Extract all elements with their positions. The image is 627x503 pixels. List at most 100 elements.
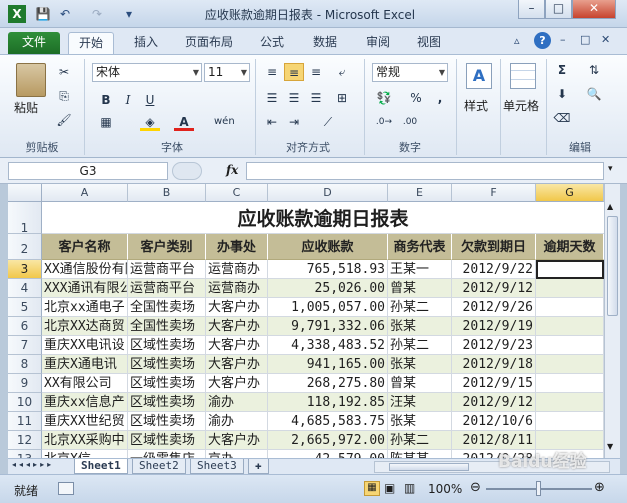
cell-overdue-days[interactable] bbox=[536, 317, 604, 336]
scroll-up-icon[interactable]: ▲ bbox=[607, 202, 613, 211]
cell-customer-type[interactable]: 区域性卖场 bbox=[128, 431, 206, 450]
cells-button-label[interactable]: 单元格 bbox=[503, 97, 539, 114]
header-overdue-days[interactable]: 逾期天数 bbox=[536, 234, 604, 260]
tab-formulas[interactable]: 公式 bbox=[250, 32, 294, 54]
sort-filter-icon[interactable]: ⇅ bbox=[584, 61, 604, 79]
cell-customer-name[interactable]: 重庆XX电讯设 bbox=[42, 336, 128, 355]
workbook-minimize-icon[interactable]: – bbox=[560, 33, 566, 46]
cell-due-date[interactable]: 2012/10/6 bbox=[452, 412, 536, 431]
cell-customer-name[interactable]: 北京xx通电子 bbox=[42, 298, 128, 317]
zoom-out-icon[interactable]: ⊖ bbox=[470, 480, 481, 495]
wrap-text-icon[interactable]: ⤶ bbox=[332, 63, 352, 81]
row-header[interactable]: 8 bbox=[8, 355, 42, 374]
row-header[interactable]: 5 bbox=[8, 298, 42, 317]
decrease-indent-icon[interactable]: ⇤ bbox=[262, 113, 282, 131]
cell-rep[interactable]: 汪某 bbox=[388, 393, 452, 412]
underline-icon[interactable]: U bbox=[140, 91, 160, 109]
cell-due-date[interactable]: 2012/9/18 bbox=[452, 355, 536, 374]
number-format-combo[interactable]: 常规 ▼ bbox=[372, 63, 448, 82]
header-customer-name[interactable]: 客户名称 bbox=[42, 234, 128, 260]
help-icon[interactable]: ? bbox=[534, 32, 551, 49]
cell-receivable[interactable]: 118,192.85 bbox=[268, 393, 388, 412]
cell-customer-name[interactable]: 北京X信 bbox=[42, 450, 128, 458]
row-header[interactable]: 13 bbox=[8, 450, 42, 458]
column-header-d[interactable]: D bbox=[268, 184, 388, 202]
cell-due-date[interactable]: 2012/9/22 bbox=[452, 260, 536, 279]
phonetic-icon[interactable]: wén bbox=[214, 113, 235, 131]
customize-qat-icon[interactable]: ▾ bbox=[120, 5, 138, 23]
cell-office[interactable]: 京办 bbox=[206, 450, 268, 458]
select-all-corner[interactable] bbox=[8, 184, 42, 202]
cell-overdue-days[interactable] bbox=[536, 355, 604, 374]
cell-due-date[interactable]: 2012/9/12 bbox=[452, 279, 536, 298]
cell-customer-name[interactable]: XX有限公司 bbox=[42, 374, 128, 393]
cell-rep[interactable]: 孙某二 bbox=[388, 298, 452, 317]
sheet-tab-sheet1[interactable]: Sheet1 bbox=[74, 459, 128, 474]
decrease-decimal-icon[interactable]: .00 bbox=[400, 113, 420, 131]
cell-customer-name[interactable]: 重庆X通电讯 bbox=[42, 355, 128, 374]
tab-review[interactable]: 审阅 bbox=[356, 32, 400, 54]
cell-customer-type[interactable]: 区域性卖场 bbox=[128, 355, 206, 374]
tab-insert[interactable]: 插入 bbox=[124, 32, 168, 54]
cell-receivable[interactable]: 268,275.80 bbox=[268, 374, 388, 393]
zoom-slider-thumb[interactable] bbox=[536, 481, 541, 496]
cell-customer-type[interactable]: 区域性卖场 bbox=[128, 412, 206, 431]
tab-data[interactable]: 数据 bbox=[303, 32, 347, 54]
cell-receivable[interactable]: 4,685,583.75 bbox=[268, 412, 388, 431]
tab-page-layout[interactable]: 页面布局 bbox=[175, 32, 243, 54]
redo-icon[interactable]: ↷ bbox=[88, 5, 106, 23]
tab-home[interactable]: 开始 bbox=[68, 32, 115, 54]
formula-bar-expand-icon[interactable]: ▾ bbox=[608, 164, 613, 174]
cell-due-date[interactable]: 2012/9/15 bbox=[452, 374, 536, 393]
cell-customer-type[interactable]: 一级零售店 bbox=[128, 450, 206, 458]
cell-overdue-days[interactable] bbox=[536, 393, 604, 412]
formula-expand-icon[interactable] bbox=[172, 162, 202, 180]
undo-icon[interactable]: ↶ bbox=[56, 5, 74, 23]
cell-office[interactable]: 渝办 bbox=[206, 393, 268, 412]
row-header[interactable]: 3 bbox=[8, 260, 42, 279]
zoom-level[interactable]: 100% bbox=[428, 482, 462, 496]
column-header-e[interactable]: E bbox=[388, 184, 452, 202]
copy-icon[interactable]: ⎘ bbox=[54, 87, 74, 105]
macro-record-icon[interactable] bbox=[58, 482, 74, 495]
merge-center-icon[interactable]: ⊞ bbox=[332, 89, 352, 107]
cell-office[interactable]: 运营商办 bbox=[206, 260, 268, 279]
cell-customer-name[interactable]: 北京XX采购中 bbox=[42, 431, 128, 450]
cell-rep[interactable]: 孙某二 bbox=[388, 431, 452, 450]
cell-customer-type[interactable]: 区域性卖场 bbox=[128, 393, 206, 412]
cell-customer-type[interactable]: 运营商平台 bbox=[128, 279, 206, 298]
paste-button-label[interactable]: 粘贴 bbox=[14, 99, 38, 116]
header-office[interactable]: 办事处 bbox=[206, 234, 268, 260]
cell-customer-name[interactable]: 重庆XX世纪贸 bbox=[42, 412, 128, 431]
insert-sheet-icon[interactable]: ✚ bbox=[248, 459, 269, 474]
align-middle-icon[interactable]: ≡ bbox=[284, 63, 304, 81]
fill-color-icon[interactable]: ◈ bbox=[140, 113, 160, 131]
row-header[interactable]: 9 bbox=[8, 374, 42, 393]
cell-due-date[interactable]: 2012/9/19 bbox=[452, 317, 536, 336]
fx-icon[interactable]: fx bbox=[226, 163, 238, 177]
cut-icon[interactable]: ✂ bbox=[54, 63, 74, 81]
increase-indent-icon[interactable]: ⇥ bbox=[284, 113, 304, 131]
cell-office[interactable]: 大客户办 bbox=[206, 336, 268, 355]
format-painter-icon[interactable]: 🖌 bbox=[54, 111, 74, 129]
maximize-button[interactable]: □ bbox=[545, 0, 572, 19]
formula-input[interactable] bbox=[246, 162, 604, 180]
sheet-title[interactable]: 应收账款逾期日报表 bbox=[42, 202, 604, 234]
vertical-scrollbar[interactable]: ▲ ▼ bbox=[604, 184, 620, 458]
page-break-view-icon[interactable]: ▥ bbox=[404, 481, 415, 495]
header-due-date[interactable]: 欠款到期日 bbox=[452, 234, 536, 260]
row-header[interactable]: 6 bbox=[8, 317, 42, 336]
cell-receivable[interactable]: 2,665,972.00 bbox=[268, 431, 388, 450]
styles-icon[interactable]: A bbox=[466, 63, 492, 89]
workbook-restore-icon[interactable]: □ bbox=[580, 33, 590, 46]
selected-cell[interactable] bbox=[536, 260, 604, 279]
comma-style-icon[interactable]: , bbox=[430, 89, 450, 107]
row-header[interactable]: 4 bbox=[8, 279, 42, 298]
row-header[interactable]: 10 bbox=[8, 393, 42, 412]
font-name-combo[interactable]: 宋体 ▼ bbox=[92, 63, 202, 82]
cell-office[interactable]: 渝办 bbox=[206, 412, 268, 431]
styles-button-label[interactable]: 样式 bbox=[464, 97, 488, 114]
cell-rep[interactable]: 张某 bbox=[388, 355, 452, 374]
worksheet-grid[interactable]: A B C D E F G 1 应收账款逾期日报表 2 客户名称 客户类别 办事… bbox=[8, 184, 604, 458]
name-box[interactable]: G3 bbox=[8, 162, 168, 180]
